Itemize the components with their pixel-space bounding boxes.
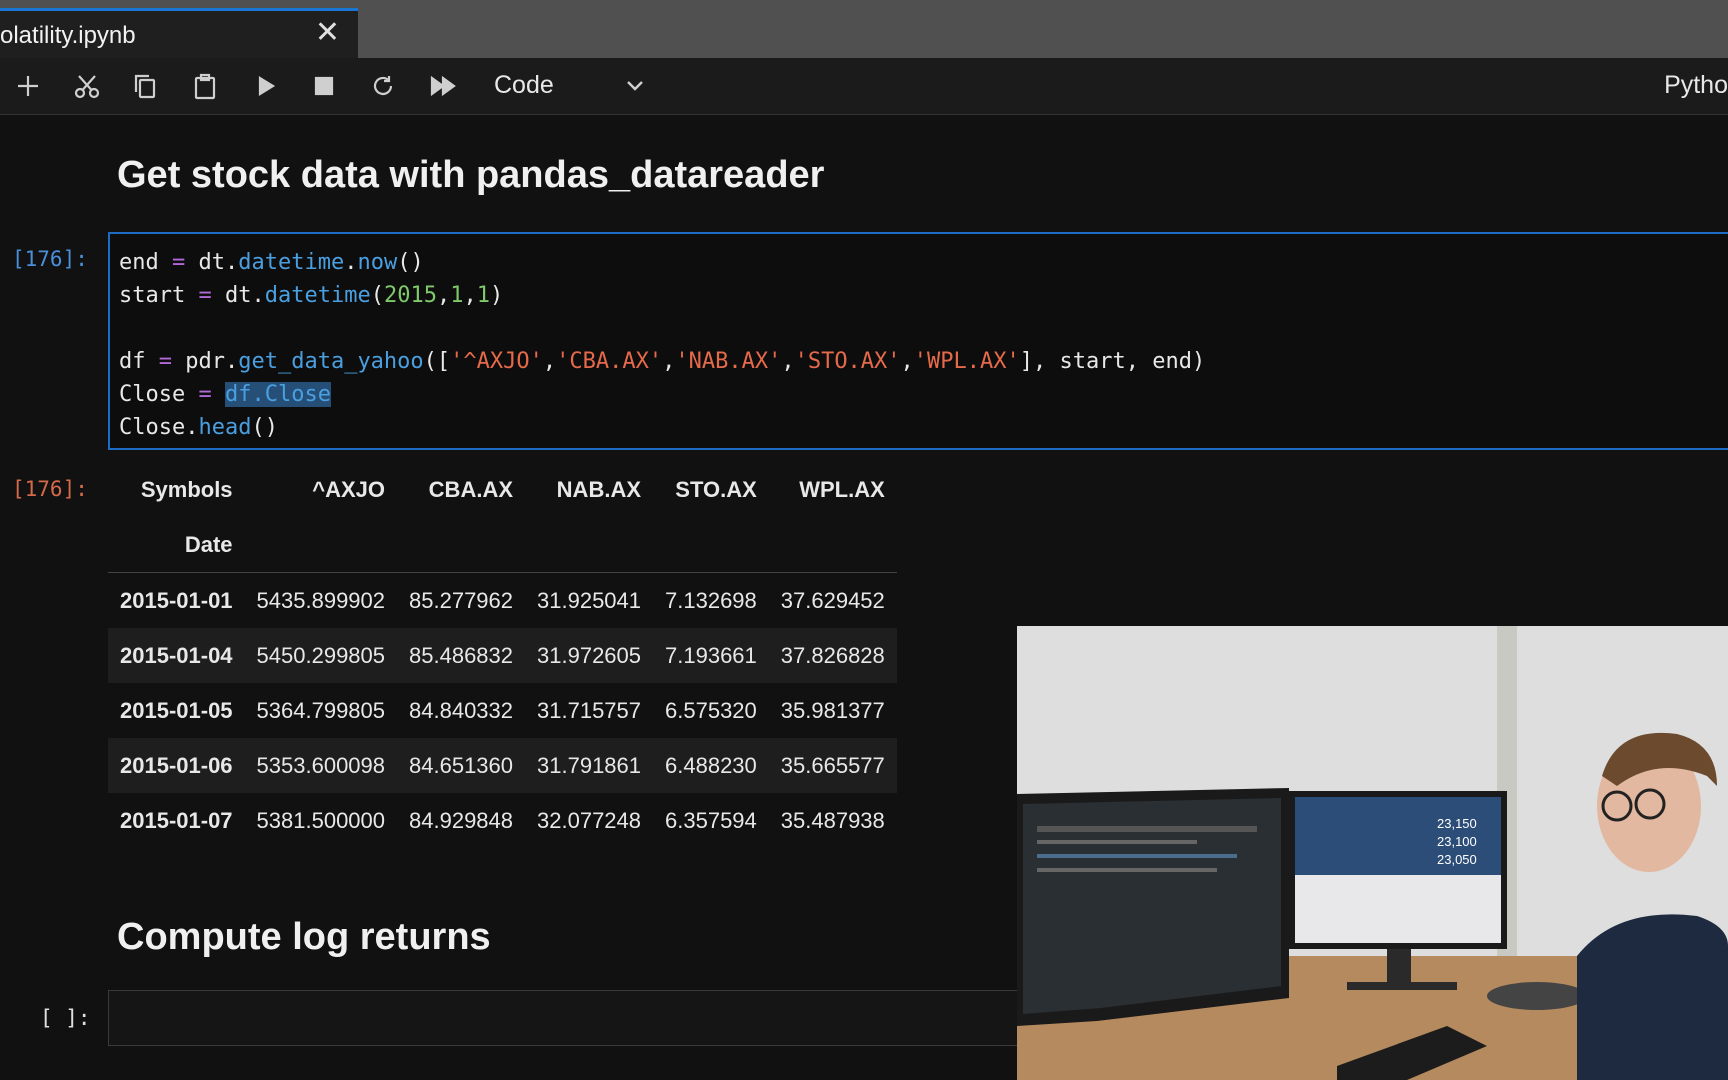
table-cell: 31.925041 — [537, 587, 642, 613]
row-index: 2015-01-04 — [120, 642, 233, 668]
table-cell: 35.487938 — [780, 807, 885, 833]
clipboard-icon — [194, 73, 216, 100]
stop-icon — [314, 76, 334, 96]
table-cell: 6.488230 — [665, 752, 757, 778]
dataframe-output: Symbols ^AXJO CBA.AX NAB.AX STO.AX WPL.A… — [108, 462, 897, 848]
index-label: Date — [108, 517, 245, 573]
row-index: 2015-01-07 — [120, 807, 233, 833]
monitor-price: 23,150 — [1437, 816, 1477, 831]
table-cell: 85.277962 — [409, 587, 514, 613]
table-cell: 31.972605 — [537, 642, 642, 668]
row-index: 2015-01-06 — [120, 752, 233, 778]
plus-icon — [18, 76, 38, 96]
table-cell: 84.651360 — [409, 752, 514, 778]
table-cell: 7.193661 — [665, 642, 757, 668]
row-index: 2015-01-05 — [120, 697, 233, 723]
fast-forward-icon — [430, 75, 456, 97]
copy-button[interactable] — [123, 58, 167, 114]
run-button[interactable] — [243, 58, 287, 114]
restart-button[interactable] — [361, 58, 405, 114]
add-cell-button[interactable] — [6, 58, 50, 114]
table-row: 2015-01-07 5381.500000 84.929848 32.077248 6… — [108, 793, 897, 848]
column-header: NAB.AX — [556, 476, 642, 502]
table-cell: 5353.600098 — [256, 752, 386, 778]
monitor-price: 23,100 — [1437, 834, 1477, 849]
markdown-heading: Get stock data with pandas_datareader — [117, 154, 825, 196]
table-cell: 6.357594 — [665, 807, 757, 833]
cell-type-select[interactable]: Code — [494, 71, 554, 100]
input-prompt: [176]: — [12, 247, 88, 271]
table-header-row: Symbols ^AXJO CBA.AX NAB.AX STO.AX WPL.A… — [108, 462, 897, 517]
notebook-tab[interactable]: olatility.ipynb ✕ — [0, 8, 358, 58]
table-cell: 31.791861 — [537, 752, 642, 778]
run-all-button[interactable] — [421, 58, 465, 114]
monitor-price: 23,050 — [1437, 852, 1477, 867]
table-cell: 6.575320 — [665, 697, 757, 723]
table-cell: 35.981377 — [780, 697, 885, 723]
table-cell: 37.826828 — [780, 642, 885, 668]
notebook-toolbar: Code Pytho — [0, 58, 1728, 115]
chevron-down-icon[interactable] — [624, 74, 646, 101]
table-cell: 5381.500000 — [256, 807, 386, 833]
table-cell: 31.715757 — [537, 697, 642, 723]
cut-button[interactable] — [65, 58, 109, 114]
columns-label: Symbols — [140, 476, 233, 502]
table-cell: 5450.299805 — [256, 642, 386, 668]
close-icon[interactable]: ✕ — [315, 15, 340, 50]
column-header: STO.AX — [675, 476, 757, 502]
markdown-heading: Compute log returns — [117, 916, 491, 958]
tab-bar: olatility.ipynb ✕ — [0, 0, 1728, 58]
table-cell: 5364.799805 — [256, 697, 386, 723]
webcam-scene: 23,150 23,100 23,050 — [1017, 626, 1728, 1080]
table-cell: 35.665577 — [780, 752, 885, 778]
stop-button[interactable] — [302, 58, 346, 114]
copy-icon — [134, 74, 156, 99]
table-cell: 32.077248 — [537, 807, 642, 833]
column-header: ^AXJO — [312, 476, 386, 502]
table-row: 2015-01-06 5353.600098 84.651360 31.791861 6… — [108, 738, 897, 793]
paste-button[interactable] — [183, 58, 227, 114]
code-editor[interactable]: end = dt.datetime.now() start = dt.datet… — [119, 246, 1205, 444]
output-prompt: [176]: — [12, 477, 88, 501]
refresh-icon — [373, 76, 393, 95]
table-cell: 5435.899902 — [256, 587, 386, 613]
scissors-icon — [74, 75, 100, 99]
table-cell: 84.929848 — [409, 807, 514, 833]
index-header-row: Date — [108, 517, 897, 573]
webcam-overlay: 23,150 23,100 23,050 — [1017, 626, 1728, 1080]
column-header: WPL.AX — [799, 476, 885, 502]
table-cell: 7.132698 — [665, 587, 757, 613]
table-cell: 85.486832 — [409, 642, 514, 668]
table-cell: 84.840332 — [409, 697, 514, 723]
kernel-name[interactable]: Pytho — [1664, 71, 1728, 100]
row-index: 2015-01-01 — [120, 587, 233, 613]
table-row: 2015-01-01 5435.899902 85.277962 31.925041 7… — [108, 573, 897, 629]
table-row: 2015-01-05 5364.799805 84.840332 31.715757 6… — [108, 683, 897, 738]
tab-title: olatility.ipynb — [0, 22, 136, 49]
table-row: 2015-01-04 5450.299805 85.486832 31.972605 7… — [108, 628, 897, 683]
input-prompt: [ ]: — [40, 1006, 91, 1030]
table-cell: 37.629452 — [780, 587, 885, 613]
column-header: CBA.AX — [428, 476, 514, 502]
play-icon — [258, 76, 276, 96]
code-cell[interactable]: end = dt.datetime.now() start = dt.datet… — [108, 232, 1728, 450]
